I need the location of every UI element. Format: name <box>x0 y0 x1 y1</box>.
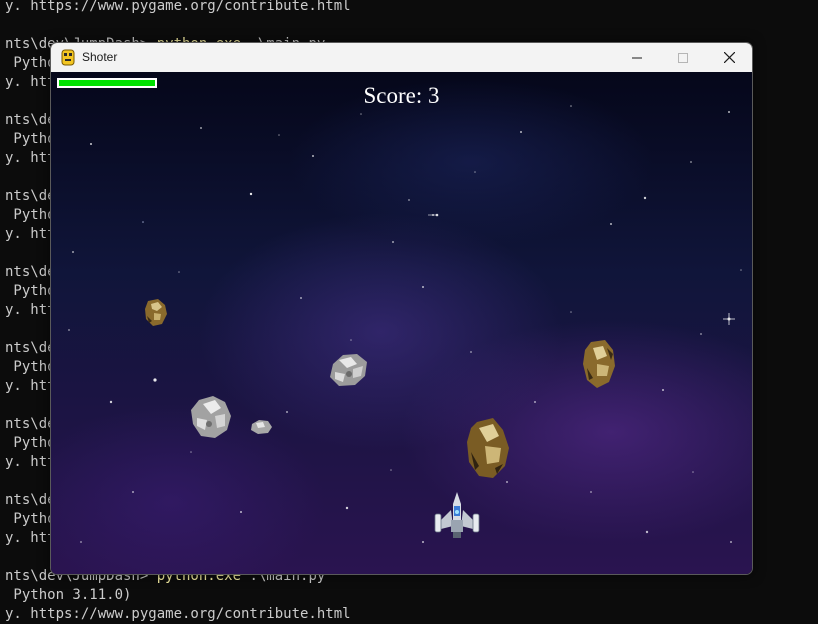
brown-meteor-sprite <box>467 418 509 478</box>
window-title: Shoter <box>82 50 118 64</box>
close-icon <box>723 52 735 63</box>
minimize-icon <box>632 57 642 58</box>
terminal-line: Python 3.11.0) <box>5 587 132 603</box>
score-label: Score: 3 <box>363 83 440 108</box>
grey-meteor-sprite <box>330 354 367 386</box>
game-canvas[interactable]: Score: 3 <box>51 72 752 574</box>
maximize-button[interactable] <box>660 43 706 72</box>
pygame-snake-icon <box>61 49 75 66</box>
terminal-line: y. https://www.pygame.org/contribute.htm… <box>5 606 351 622</box>
grey-meteor-sprite <box>191 396 231 438</box>
brown-meteor-sprite <box>583 340 615 388</box>
terminal-line: y. https://www.pygame.org/contribute.htm… <box>5 0 351 14</box>
brown-meteor-sprite <box>145 299 167 326</box>
game-window[interactable]: Shoter Score: 3 <box>50 42 753 575</box>
minimize-button[interactable] <box>614 43 660 72</box>
window-titlebar[interactable]: Shoter <box>51 43 752 72</box>
maximize-icon <box>678 52 688 63</box>
grey-meteor-sprite <box>251 420 272 434</box>
player-ship-sprite <box>434 492 480 538</box>
close-button[interactable] <box>706 43 752 72</box>
